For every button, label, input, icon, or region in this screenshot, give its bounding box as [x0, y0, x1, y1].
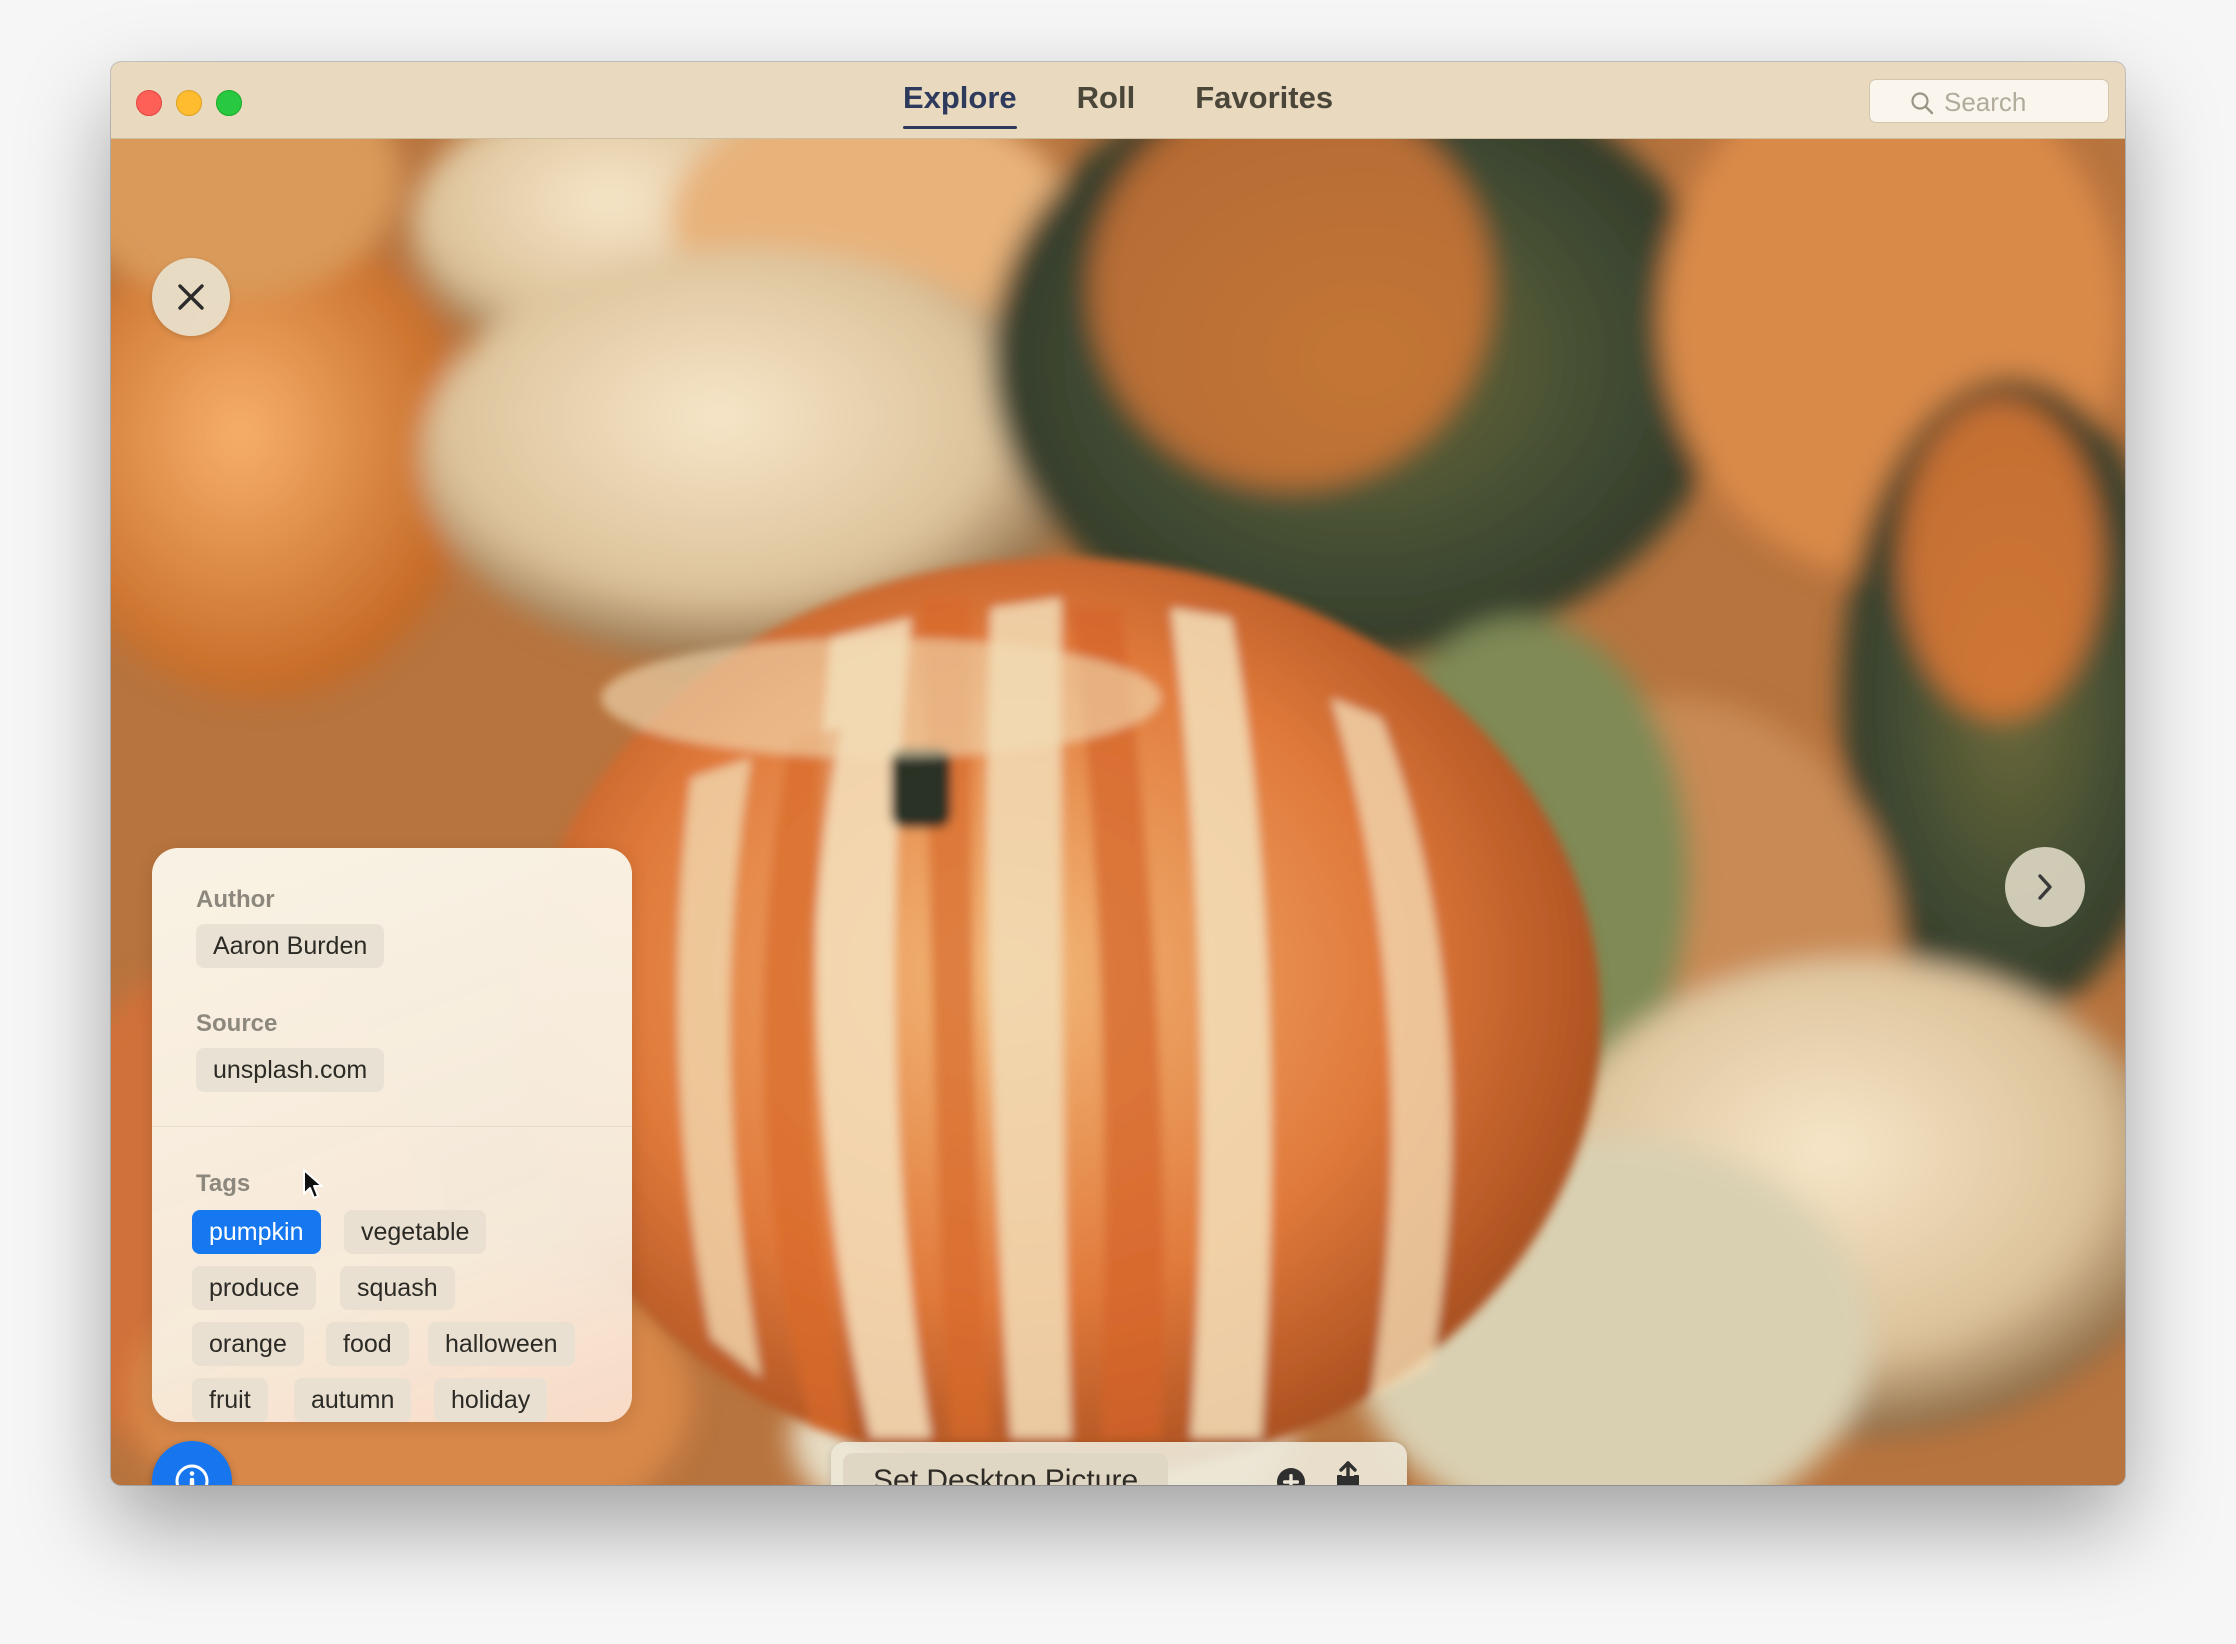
tag-autumn[interactable]: autumn [294, 1378, 412, 1422]
search-input[interactable] [1942, 86, 2096, 118]
tab-roll[interactable]: Roll [1077, 80, 1136, 126]
tag-food[interactable]: food [326, 1322, 409, 1366]
source-label: Source [196, 1010, 278, 1037]
titlebar: Explore Roll Favorites [111, 62, 2125, 139]
photo-info-panel: Author Aaron Burden Source unsplash.com … [152, 848, 632, 1422]
next-photo-button[interactable] [2005, 847, 2085, 927]
chevron-right-icon [2038, 874, 2052, 900]
tab-explore[interactable]: Explore [902, 80, 1017, 129]
tag-pumpkin[interactable]: pumpkin [192, 1210, 321, 1254]
tag-fruit[interactable]: fruit [192, 1378, 268, 1422]
tab-bar: Explore Roll Favorites [111, 62, 2125, 138]
tag-squash[interactable]: squash [340, 1266, 455, 1310]
info-icon [175, 1464, 209, 1485]
tags-label: Tags [196, 1170, 251, 1197]
app-window: Explore Roll Favorites Search Author Aar… [111, 62, 2125, 1485]
share-icon[interactable] [1333, 1460, 1363, 1485]
close-icon [178, 284, 204, 310]
action-bar: Set Desktop Picture [831, 1442, 1407, 1485]
tag-produce[interactable]: produce [192, 1266, 317, 1310]
set-desktop-picture-button[interactable]: Set Desktop Picture [843, 1453, 1169, 1485]
tag-halloween[interactable]: halloween [428, 1322, 575, 1366]
source-chip[interactable]: unsplash.com [196, 1048, 385, 1092]
close-button[interactable] [152, 258, 230, 336]
author-label: Author [196, 886, 275, 913]
add-icon[interactable] [1275, 1466, 1307, 1485]
tag-vegetable[interactable]: vegetable [344, 1210, 487, 1254]
mouse-cursor-icon [303, 1169, 323, 1199]
wallpaper-photo: Author Aaron Burden Source unsplash.com … [111, 138, 2125, 1485]
panel-divider [152, 1126, 632, 1127]
tag-holiday[interactable]: holiday [434, 1378, 548, 1422]
search-field[interactable] [1869, 79, 2109, 123]
author-chip[interactable]: Aaron Burden [196, 924, 385, 968]
tab-favorites[interactable]: Favorites [1195, 80, 1333, 126]
tag-orange[interactable]: orange [192, 1322, 304, 1366]
search-icon [1911, 92, 1934, 115]
